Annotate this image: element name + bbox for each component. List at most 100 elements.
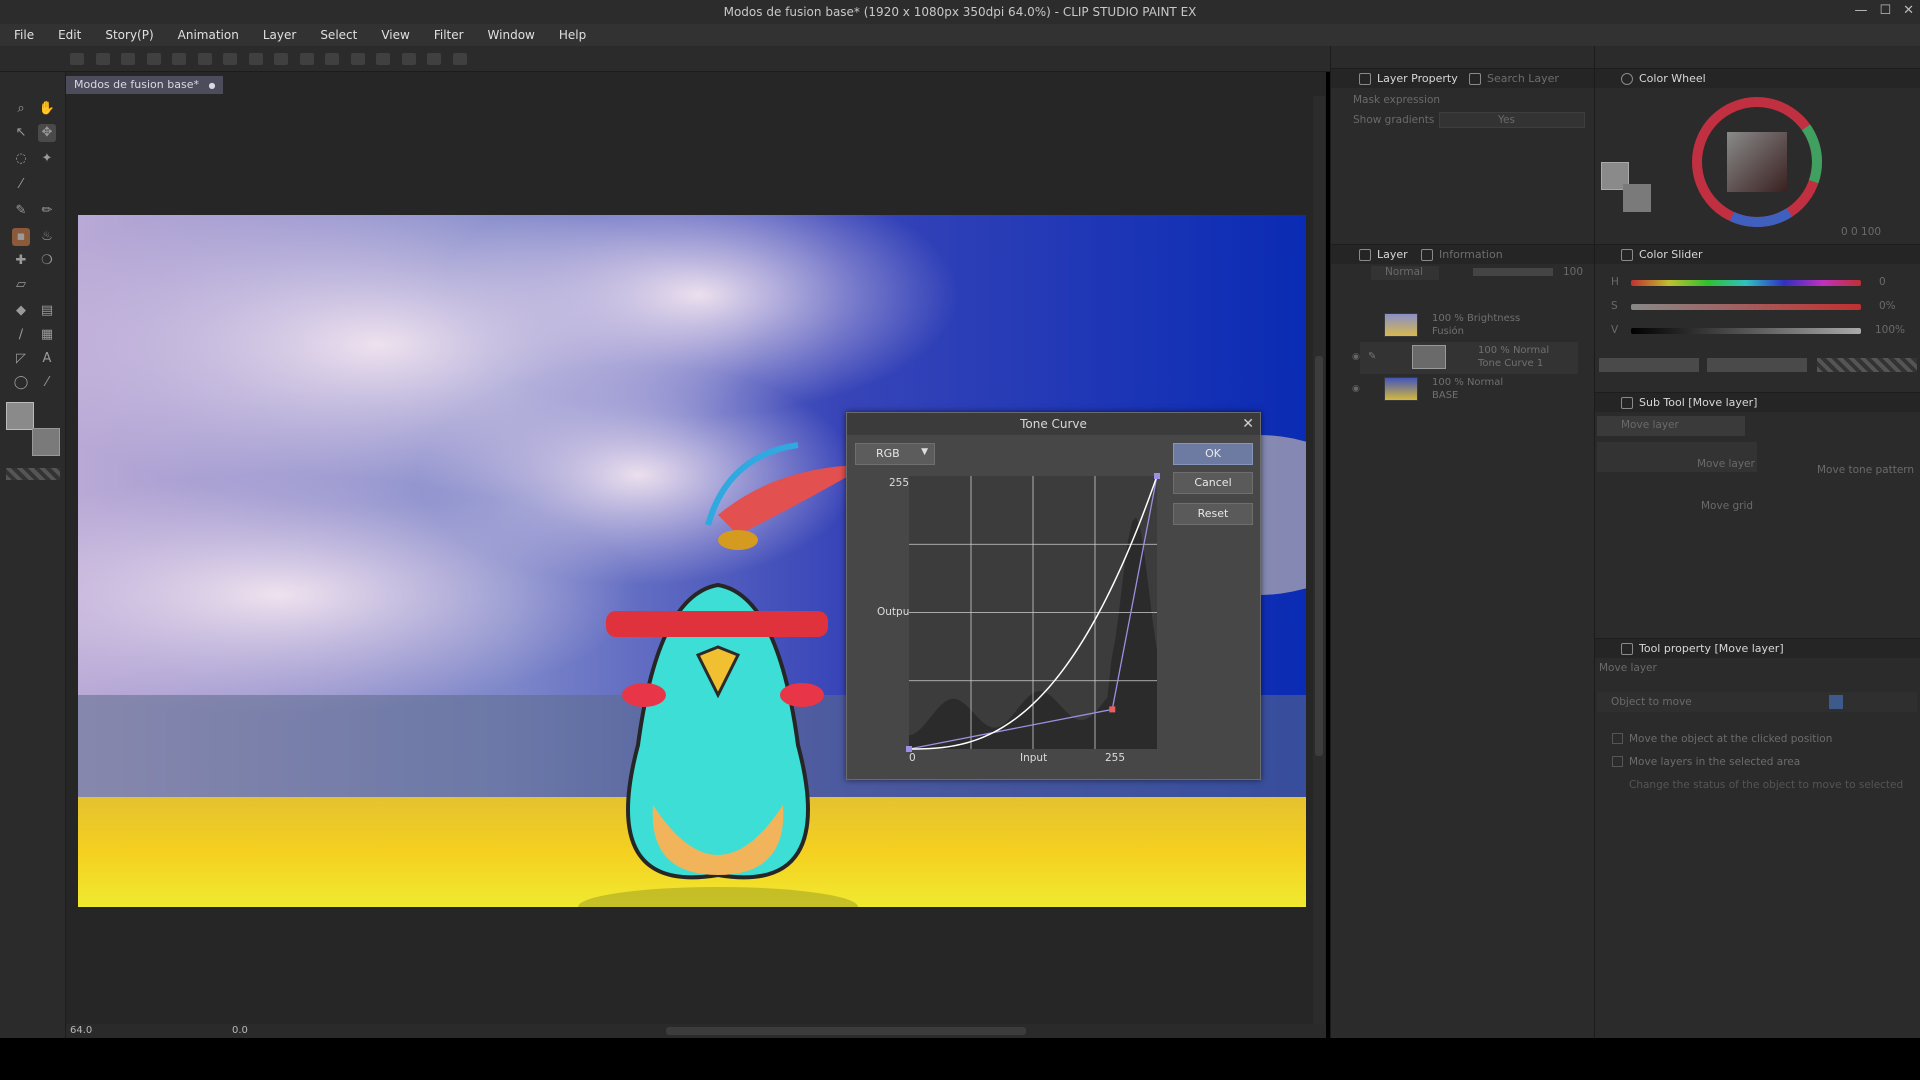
horizontal-scrollbar[interactable] xyxy=(666,1027,1026,1035)
undo-icon[interactable] xyxy=(146,53,161,65)
airbrush-tool-icon[interactable]: ♨ xyxy=(38,228,56,246)
document-tab[interactable]: Modos de fusion base* ● xyxy=(66,76,224,94)
menu-animation[interactable]: Animation xyxy=(176,28,249,42)
eraser-tool-icon[interactable]: ▱ xyxy=(12,276,30,294)
zoom-value[interactable]: 64.0 xyxy=(70,1025,92,1036)
menu-layer[interactable]: Layer xyxy=(261,28,306,42)
tab-sub-tool[interactable]: Sub Tool [Move layer] xyxy=(1617,394,1757,412)
sub-tool-move-tone-pattern[interactable]: Move tone pattern xyxy=(1817,464,1914,476)
option-clicked-position[interactable]: Move the object at the clicked position xyxy=(1612,733,1832,745)
option-checkbox[interactable] xyxy=(1612,733,1623,744)
option-checkbox[interactable] xyxy=(1612,756,1623,767)
menu-filter[interactable]: Filter xyxy=(432,28,474,42)
decoration-tool-icon[interactable]: ✚ xyxy=(12,252,30,270)
figure-tool-icon[interactable]: ∕ xyxy=(12,326,30,344)
save-icon[interactable] xyxy=(121,53,135,65)
hue-slider[interactable] xyxy=(1631,280,1861,286)
menu-window[interactable]: Window xyxy=(486,28,545,42)
tab-layer[interactable]: Layer xyxy=(1355,246,1408,264)
transparent-color-swatch[interactable] xyxy=(6,468,60,480)
layer-row[interactable]: ◉ 100 % Normal BASE xyxy=(1352,374,1578,406)
balloon-tool-icon[interactable]: ◯ xyxy=(12,374,30,392)
vertical-scrollbar-thumb[interactable] xyxy=(1315,356,1323,756)
tone-curve-graph[interactable] xyxy=(847,413,1262,781)
curve-control-point[interactable] xyxy=(1109,706,1116,713)
play-icon[interactable] xyxy=(427,53,441,65)
blend-mode-select[interactable]: Normal xyxy=(1371,266,1439,280)
frame-tool-icon[interactable]: ▦ xyxy=(38,326,56,344)
menu-help[interactable]: Help xyxy=(557,28,596,42)
tab-color-wheel[interactable]: Color Wheel xyxy=(1617,70,1706,88)
fill-tool-icon[interactable]: ◆ xyxy=(12,302,30,320)
pencil-tool-icon[interactable]: ✏ xyxy=(38,202,56,220)
menu-file[interactable]: File xyxy=(12,28,44,42)
ruler-tool-icon[interactable]: ◸ xyxy=(12,350,30,368)
deselect-icon[interactable] xyxy=(274,53,288,65)
transparent-color-chip[interactable] xyxy=(1817,358,1917,372)
show-gradients-label: Show gradients xyxy=(1353,114,1435,126)
close-tab-icon[interactable]: ● xyxy=(208,81,215,90)
tab-color-slider[interactable]: Color Slider xyxy=(1617,246,1703,264)
hand-tool-icon[interactable]: ✋ xyxy=(38,100,56,118)
layer-row-selected[interactable]: ◉ ✎ 100 % Normal Tone Curve 1 xyxy=(1352,342,1578,374)
close-button[interactable]: ✕ xyxy=(1903,3,1914,18)
invert-selection-icon[interactable] xyxy=(299,53,314,65)
text-tool-icon[interactable]: A xyxy=(38,350,56,368)
vertical-scrollbar[interactable] xyxy=(1313,96,1325,1026)
opacity-slider[interactable] xyxy=(1473,268,1553,276)
open-icon[interactable] xyxy=(95,53,110,65)
sub-color-chip[interactable] xyxy=(1707,358,1807,372)
tab-layer-property[interactable]: Layer Property xyxy=(1355,70,1458,88)
maximize-button[interactable]: ☐ xyxy=(1879,3,1891,18)
sub-tool-move-layer[interactable]: Move layer xyxy=(1597,442,1757,472)
curve-control-point[interactable] xyxy=(1154,473,1160,479)
zoom-tool-icon[interactable]: ⌕ xyxy=(12,100,30,118)
gradient-tool-icon[interactable]: ▤ xyxy=(38,302,56,320)
fill-icon[interactable] xyxy=(223,53,237,65)
rotation-value[interactable]: 0.0 xyxy=(232,1025,248,1036)
sub-tool-group-tab[interactable]: Move layer xyxy=(1597,416,1745,436)
object-type-icon[interactable] xyxy=(1829,695,1843,709)
menu-story[interactable]: Story(P) xyxy=(103,28,163,42)
tab-information[interactable]: Information xyxy=(1417,246,1503,264)
settings-icon[interactable] xyxy=(452,53,467,65)
magic-wand-tool-icon[interactable]: ✦ xyxy=(38,150,56,168)
brush-tool-icon[interactable]: ▪ xyxy=(12,228,30,246)
sub-color-swatch[interactable] xyxy=(1623,184,1651,212)
operation-tool-icon[interactable]: ↖ xyxy=(12,124,30,142)
value-slider[interactable] xyxy=(1631,328,1861,334)
main-color-swatch[interactable] xyxy=(6,402,34,430)
layer-row[interactable]: 100 % Brightness Fusión xyxy=(1360,310,1578,342)
delete-icon[interactable] xyxy=(197,53,212,65)
option-selected-area[interactable]: Move layers in the selected area xyxy=(1612,756,1800,768)
lasso-tool-icon[interactable]: ◌ xyxy=(12,150,30,168)
menu-view[interactable]: View xyxy=(379,28,419,42)
new-icon[interactable] xyxy=(70,53,84,65)
sub-tool-move-grid[interactable]: Move grid xyxy=(1701,500,1753,512)
tab-tool-property[interactable]: Tool property [Move layer] xyxy=(1617,640,1784,658)
menu-select[interactable]: Select xyxy=(318,28,367,42)
eye-icon[interactable]: ◉ xyxy=(1352,352,1360,362)
color-wheel[interactable] xyxy=(1687,92,1827,232)
redo-icon[interactable] xyxy=(172,53,186,65)
show-gradients-select[interactable]: Yes xyxy=(1439,112,1585,128)
correct-line-tool-icon[interactable]: ⁄ xyxy=(38,374,56,392)
pen-tool-icon[interactable]: ✎ xyxy=(12,202,30,220)
saturation-slider[interactable] xyxy=(1631,304,1861,310)
transform-icon[interactable] xyxy=(248,53,263,65)
crop-icon[interactable] xyxy=(325,53,339,65)
grid-icon[interactable] xyxy=(401,53,416,65)
curve-control-point[interactable] xyxy=(906,746,912,752)
menu-edit[interactable]: Edit xyxy=(56,28,91,42)
eyedropper-tool-icon[interactable]: ⁄ xyxy=(12,176,30,194)
move-layer-tool-icon[interactable]: ✥ xyxy=(38,124,56,142)
sub-color-swatch[interactable] xyxy=(32,428,60,456)
color-wheel-readout: 0 0 100 xyxy=(1841,226,1882,238)
tab-search-layer[interactable]: Search Layer xyxy=(1465,70,1559,88)
main-color-chip[interactable] xyxy=(1599,358,1699,372)
ruler-icon[interactable] xyxy=(350,53,365,65)
eye-icon[interactable]: ◉ xyxy=(1352,384,1360,394)
snap-icon[interactable] xyxy=(376,53,390,65)
minimize-button[interactable]: — xyxy=(1854,3,1867,18)
blend-tool-icon[interactable]: ❍ xyxy=(38,252,56,270)
